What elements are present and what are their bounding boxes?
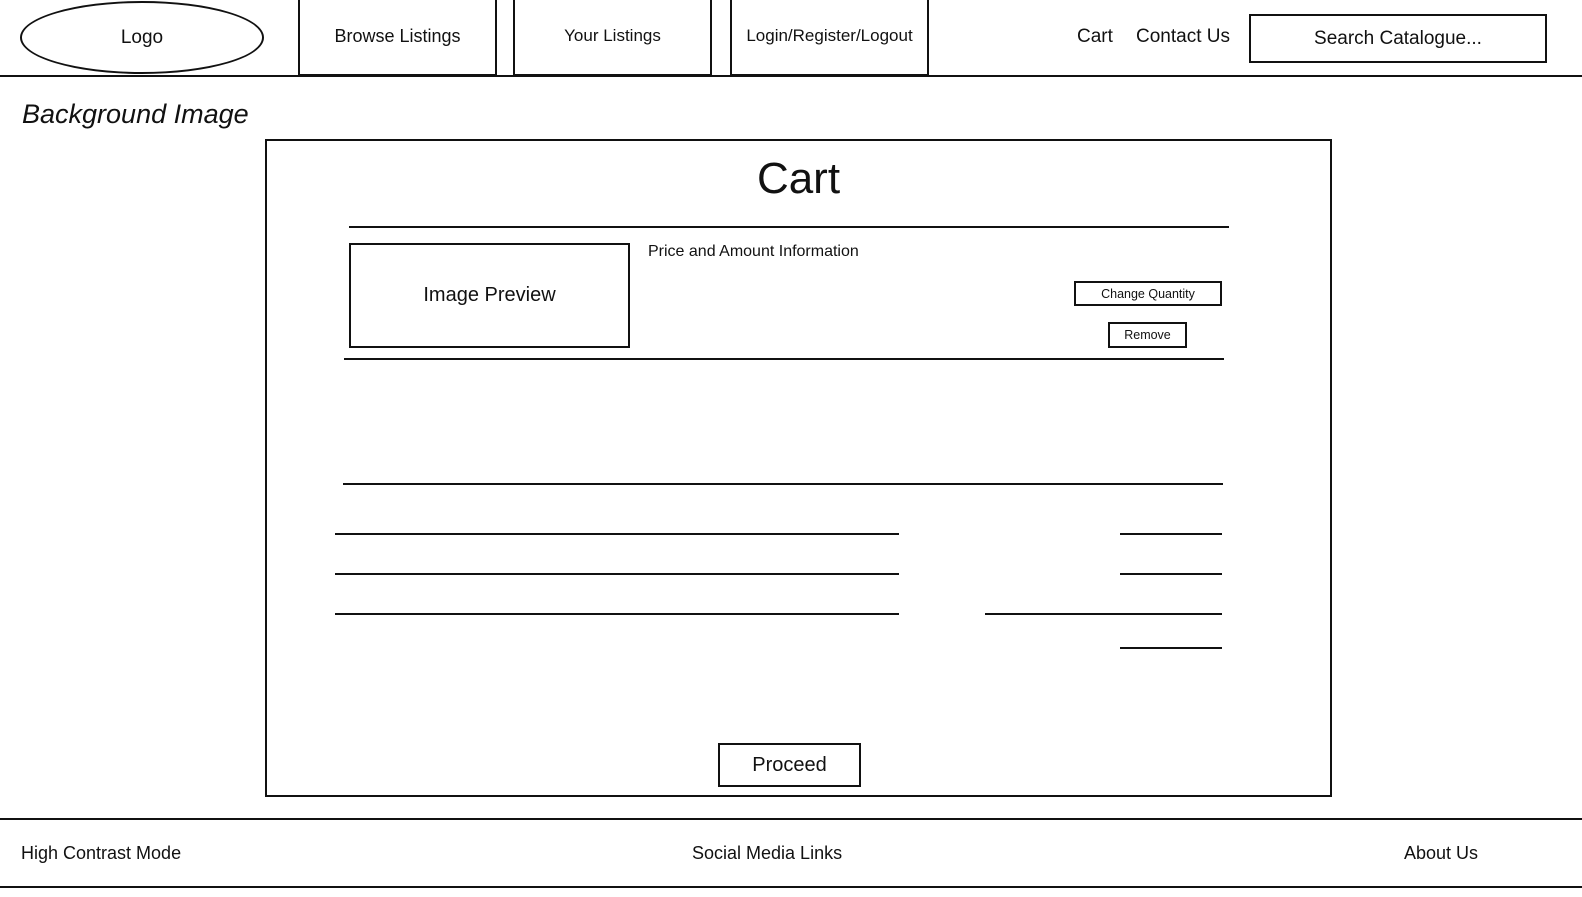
background-image-label: Background Image <box>22 99 249 129</box>
social-media-links[interactable]: Social Media Links <box>692 843 842 864</box>
nav-login-label: Login/Register/Logout <box>746 26 913 45</box>
about-us-link[interactable]: About Us <box>1404 843 1478 864</box>
logo-label: Logo <box>120 26 164 48</box>
cart-title-divider <box>349 226 1229 228</box>
cart-panel <box>265 139 1332 797</box>
nav-login-register-logout[interactable]: Login/Register/Logout <box>730 0 929 76</box>
items-end-divider <box>343 483 1223 485</box>
image-preview-label: Image Preview <box>423 284 556 306</box>
item-price-amount-info: Price and Amount Information <box>648 243 859 260</box>
nav-browse-listings-label: Browse Listings <box>334 25 461 46</box>
footer-top-divider <box>0 818 1582 820</box>
summary-total-value-line <box>1120 647 1222 649</box>
change-quantity-button[interactable]: Change Quantity <box>1074 281 1222 306</box>
page-title: Cart <box>756 154 841 203</box>
logo[interactable]: Logo <box>20 1 264 74</box>
summary-total-rule <box>985 613 1222 615</box>
nav-your-listings-label: Your Listings <box>564 26 661 45</box>
summary-label-line <box>335 613 899 615</box>
proceed-button[interactable]: Proceed <box>718 743 861 787</box>
header-divider <box>0 75 1582 77</box>
nav-browse-listings[interactable]: Browse Listings <box>298 0 497 76</box>
summary-value-line <box>1120 573 1222 575</box>
item-image-preview: Image Preview <box>349 243 630 348</box>
remove-button[interactable]: Remove <box>1108 322 1187 348</box>
nav-your-listings[interactable]: Your Listings <box>513 0 712 76</box>
summary-value-line <box>1120 533 1222 535</box>
cart-link[interactable]: Cart <box>1077 26 1113 48</box>
high-contrast-mode-toggle[interactable]: High Contrast Mode <box>21 843 181 864</box>
contact-us-link[interactable]: Contact Us <box>1136 26 1230 48</box>
item-divider <box>344 358 1224 360</box>
search-input[interactable] <box>1249 14 1547 63</box>
footer-bottom-divider <box>0 886 1582 888</box>
summary-label-line <box>335 573 899 575</box>
summary-label-line <box>335 533 899 535</box>
